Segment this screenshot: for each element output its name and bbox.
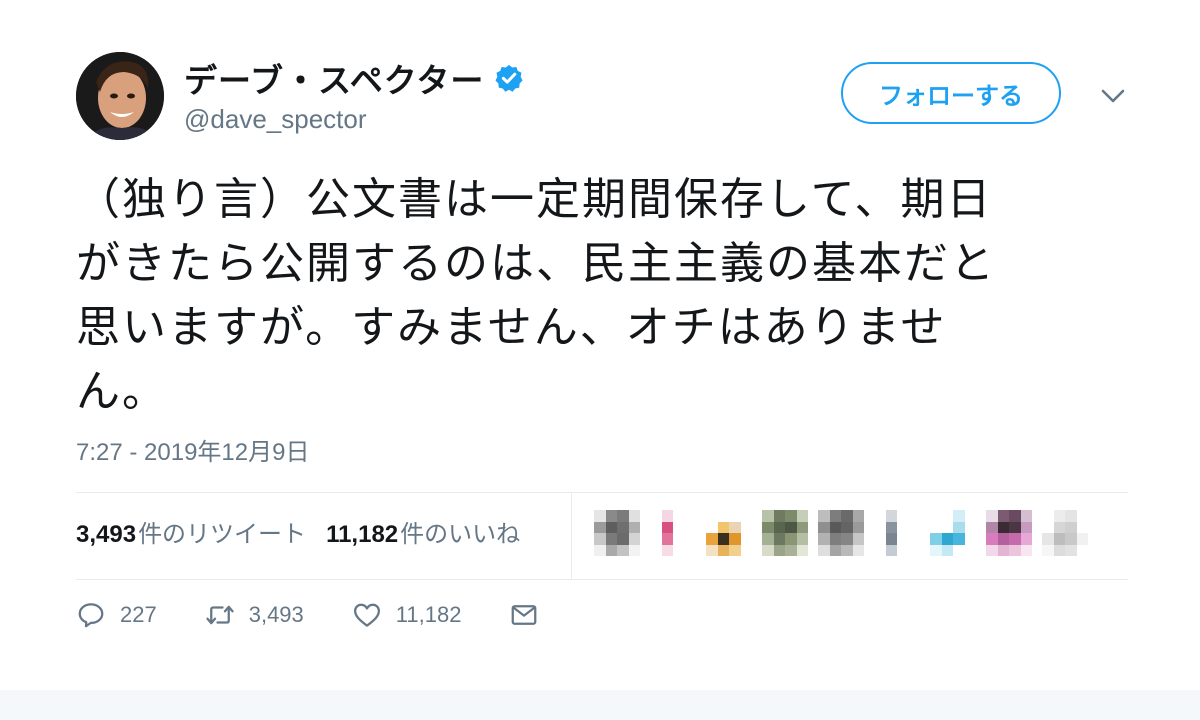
follow-button[interactable]: フォローする (841, 62, 1061, 124)
retweets-count: 3,493 (76, 521, 137, 548)
likers-avatars (594, 508, 1098, 558)
dm-button[interactable] (509, 600, 553, 630)
page-footer-band (0, 690, 1200, 720)
chevron-down-icon[interactable] (1098, 84, 1128, 108)
heart-icon (353, 603, 380, 627)
reply-count: 227 (120, 602, 157, 627)
reply-icon (78, 603, 104, 628)
tweet-text-line: （独り言）公文書は一定期間保存して、期日 (76, 174, 993, 225)
liker-avatar[interactable] (762, 510, 808, 556)
retweets-stat[interactable]: 3,493 件のリツイート (76, 514, 306, 549)
tweet-text-line: 思いますが。すみません、オチはありませ (76, 302, 947, 353)
stats-divider (571, 493, 572, 579)
like-count: 11,182 (395, 602, 462, 627)
tweet-stats: 3,493 件のリツイート 11,182 件のいいね (76, 514, 540, 549)
tweet-card: デーブ・スペクター @dave_spector フォローする （独り言）公文書は… (0, 0, 1200, 690)
like-button[interactable]: 11,182 (352, 600, 462, 630)
likes-label: 件のいいね (400, 520, 521, 548)
retweet-count: 3,493 (248, 602, 304, 627)
reply-button[interactable]: 227 (76, 600, 157, 630)
verified-badge-icon (495, 64, 523, 92)
user-avatar-icon[interactable] (76, 52, 164, 140)
divider (76, 492, 1128, 493)
retweet-icon (206, 605, 234, 625)
liker-avatar[interactable] (930, 510, 976, 556)
tweet-text-line: ん。 (76, 366, 168, 417)
liker-avatar[interactable] (706, 510, 752, 556)
author-handle[interactable]: @dave_spector (184, 104, 367, 135)
tweet-text-line: がきたら公開するのは、民主主義の基本だと (76, 238, 996, 289)
liker-avatar[interactable] (650, 510, 696, 556)
author-name-row: デーブ・スペクター (184, 54, 524, 102)
envelope-icon (512, 605, 537, 625)
liker-avatar[interactable] (1042, 510, 1088, 556)
tweet-actions: 227 3,493 11,182 (76, 600, 601, 630)
likes-stat[interactable]: 11,182 件のいいね (326, 514, 520, 549)
liker-avatar[interactable] (594, 510, 640, 556)
retweet-button[interactable]: 3,493 (205, 600, 304, 630)
author-display-name[interactable]: デーブ・スペクター (184, 54, 484, 102)
divider (76, 579, 1128, 580)
tweet-timestamp[interactable]: 7:27 - 2019年12月9日 (76, 432, 309, 467)
liker-avatar[interactable] (986, 510, 1032, 556)
likes-count: 11,182 (326, 521, 399, 548)
liker-avatar[interactable] (818, 510, 864, 556)
tweet-text: （独り言）公文書は一定期間保存して、期日 がきたら公開するのは、民主主義の基本だ… (76, 168, 1126, 424)
retweets-label: 件のリツイート (138, 520, 307, 548)
liker-avatar[interactable] (874, 510, 920, 556)
